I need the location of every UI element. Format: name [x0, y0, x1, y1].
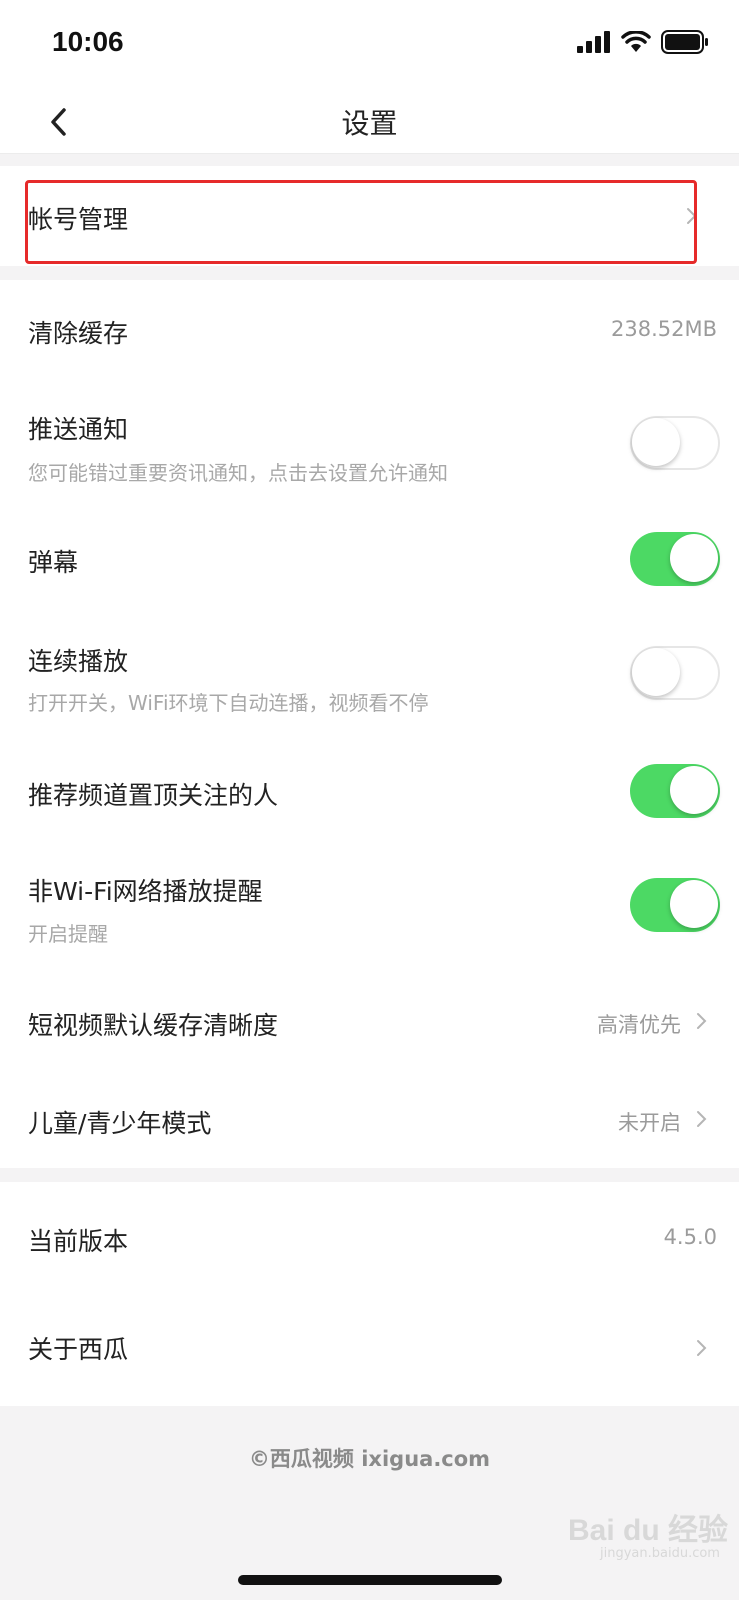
- footer-copyright: ©西瓜视频 ixigua.com: [248, 1447, 491, 1471]
- autoplay-toggle[interactable]: [630, 646, 720, 700]
- toggle-knob: [670, 766, 718, 814]
- status-icons: [577, 30, 709, 54]
- chevron-right-icon: [697, 1013, 707, 1029]
- page-title: 设置: [341, 107, 398, 140]
- danmaku-label: 弹幕: [28, 548, 79, 577]
- pin-follow-label: 推荐频道置顶关注的人: [28, 781, 279, 810]
- cache-quality-row[interactable]: 短视频默认缓存清晰度 高清优先: [0, 972, 739, 1070]
- cache-quality-value: 高清优先: [597, 1013, 681, 1037]
- home-indicator[interactable]: [238, 1575, 502, 1585]
- clear-cache-row[interactable]: 清除缓存 238.52MB: [0, 280, 739, 380]
- chevron-right-icon: [687, 208, 697, 224]
- account-management-label: 帐号管理: [28, 205, 129, 234]
- version-value: 4.5.0: [663, 1225, 717, 1249]
- wifi-icon: [621, 31, 651, 52]
- version-row: 当前版本 4.5.0: [0, 1182, 739, 1294]
- account-management-row[interactable]: 帐号管理: [0, 166, 739, 266]
- account-section: 帐号管理: [0, 166, 739, 266]
- kids-mode-value: 未开启: [618, 1111, 681, 1135]
- about-xigua-row[interactable]: 关于西瓜: [0, 1294, 739, 1406]
- toggle-knob: [632, 648, 680, 696]
- autoplay-row[interactable]: 连续播放 打开开关，WiFi环境下自动连播，视频看不停: [0, 610, 739, 732]
- toggle-knob: [670, 534, 718, 582]
- toggle-knob: [632, 418, 680, 466]
- pin-follow-row[interactable]: 推荐频道置顶关注的人: [0, 732, 739, 842]
- about-section: 当前版本 4.5.0 关于西瓜: [0, 1182, 739, 1406]
- battery-icon: [661, 30, 708, 54]
- nav-bar: 设置: [0, 88, 739, 154]
- status-bar: 10:06: [0, 0, 739, 88]
- toggle-knob: [670, 880, 718, 928]
- signal-icon: [577, 31, 610, 53]
- baidu-watermark-url: jingyan.baidu.com: [600, 1546, 720, 1561]
- chevron-right-icon: [697, 1111, 707, 1127]
- clear-cache-label: 清除缓存: [28, 319, 129, 348]
- cache-size-value: 238.52MB: [610, 317, 717, 341]
- kids-mode-row[interactable]: 儿童/青少年模式 未开启: [0, 1070, 739, 1168]
- kids-mode-label: 儿童/青少年模式: [28, 1109, 212, 1138]
- push-notify-toggle[interactable]: [630, 416, 720, 470]
- danmaku-toggle[interactable]: [630, 532, 720, 586]
- about-xigua-label: 关于西瓜: [28, 1335, 129, 1364]
- non-wifi-row[interactable]: 非Wi-Fi网络播放提醒 开启提醒: [0, 842, 739, 972]
- chevron-right-icon: [697, 1340, 707, 1356]
- autoplay-label: 连续播放: [28, 647, 129, 676]
- push-notify-hint: 您可能错过重要资讯通知，点击去设置允许通知: [28, 461, 448, 485]
- cache-quality-label: 短视频默认缓存清晰度: [28, 1011, 279, 1040]
- settings-section: 清除缓存 238.52MB 推送通知 您可能错过重要资讯通知，点击去设置允许通知…: [0, 280, 739, 1168]
- non-wifi-label: 非Wi-Fi网络播放提醒: [28, 877, 263, 906]
- baidu-watermark: Bai du 经验: [568, 1514, 729, 1547]
- status-time: 10:06: [52, 26, 124, 57]
- autoplay-hint: 打开开关，WiFi环境下自动连播，视频看不停: [28, 691, 429, 715]
- non-wifi-toggle[interactable]: [630, 878, 720, 932]
- push-notify-label: 推送通知: [28, 415, 129, 444]
- non-wifi-hint: 开启提醒: [28, 922, 108, 946]
- pin-follow-toggle[interactable]: [630, 764, 720, 818]
- danmaku-row[interactable]: 弹幕: [0, 498, 739, 610]
- version-label: 当前版本: [28, 1227, 129, 1256]
- push-notify-row[interactable]: 推送通知 您可能错过重要资讯通知，点击去设置允许通知: [0, 380, 739, 498]
